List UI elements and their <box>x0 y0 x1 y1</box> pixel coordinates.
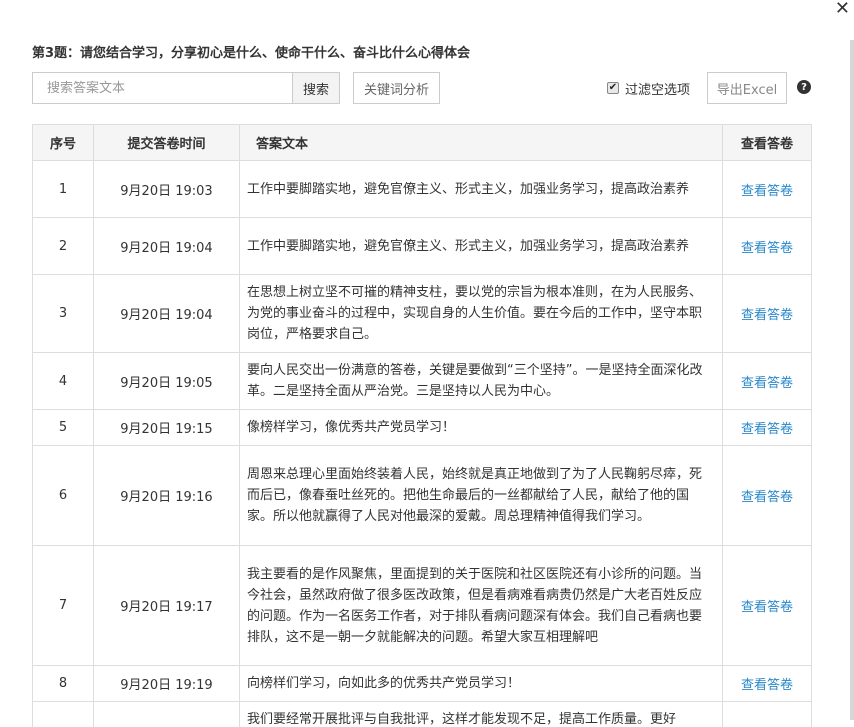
view-answer-link[interactable]: 查看答卷 <box>741 376 793 391</box>
table-row: 2 9月20日 19:04 工作中要脚踏实地，避免官僚主义、形式主义，加强业务学… <box>32 217 812 275</box>
close-icon[interactable]: ✕ <box>835 0 850 18</box>
row-time: 9月20日 19:19 <box>93 665 240 702</box>
row-answer-text: 向榜样们学习，向如此多的优秀共产党员学习！ <box>239 665 723 702</box>
row-answer-text: 工作中要脚踏实地，避免官僚主义、形式主义，加强业务学习，提高政治素养 <box>239 160 723 218</box>
row-time: 9月20日 19:03 <box>93 160 240 218</box>
view-answer-link[interactable]: 查看答卷 <box>741 241 793 256</box>
table-header-row: 序号 提交答卷时间 答案文本 查看答卷 <box>32 124 812 161</box>
row-index: 2 <box>32 217 94 275</box>
search-button[interactable]: 搜索 <box>292 72 340 104</box>
row-time: 9月20日 19:04 <box>93 274 240 353</box>
view-answer-link[interactable]: 查看答卷 <box>741 308 793 323</box>
table-row: 7 9月20日 19:17 我主要看的是作风聚焦，里面提到的关于医院和社区医院还… <box>32 545 812 666</box>
filter-empty-label: 过滤空选项 <box>625 82 691 98</box>
row-index: 4 <box>32 352 94 410</box>
table-row: 5 9月20日 19:15 像榜样学习，像优秀共产党员学习！ 查看答卷 <box>32 409 812 446</box>
row-answer-text: 工作中要脚踏实地，避免官僚主义、形式主义，加强业务学习，提高政治素养 <box>239 217 723 275</box>
row-answer-text: 我们要经常开展批评与自我批评，这样才能发现不足，提高工作质量。更好 <box>239 701 723 727</box>
column-header-index: 序号 <box>32 124 94 161</box>
table-row: 3 9月20日 19:04 在思想上树立坚不可摧的精神支柱，要以党的宗旨为根本准… <box>32 274 812 353</box>
row-index: 8 <box>32 665 94 702</box>
row-answer-text: 像榜样学习，像优秀共产党员学习！ <box>239 409 723 446</box>
row-answer-text: 要向人民交出一份满意的答卷，关键是要做到“三个坚持”。一是坚持全面深化改革。二是… <box>239 352 723 410</box>
table-row: 1 9月20日 19:03 工作中要脚踏实地，避免官僚主义、形式主义，加强业务学… <box>32 160 812 218</box>
row-index: 5 <box>32 409 94 446</box>
column-header-time: 提交答卷时间 <box>93 124 240 161</box>
question-circle-icon[interactable]: ? <box>797 80 811 94</box>
row-index: 3 <box>32 274 94 353</box>
keyword-analysis-button[interactable]: 关键词分析 <box>353 72 440 104</box>
view-answer-link[interactable]: 查看答卷 <box>741 184 793 199</box>
search-input[interactable] <box>32 72 292 104</box>
table-row: 我们要经常开展批评与自我批评，这样才能发现不足，提高工作质量。更好 <box>32 701 812 727</box>
question-title: 第3题：请您结合学习，分享初心是什么、使命干什么、奋斗比什么心得体会 <box>32 46 471 61</box>
row-time: 9月20日 19:17 <box>93 545 240 666</box>
view-answer-link[interactable]: 查看答卷 <box>741 422 793 437</box>
table-row: 4 9月20日 19:05 要向人民交出一份满意的答卷，关键是要做到“三个坚持”… <box>32 352 812 410</box>
view-answer-link[interactable]: 查看答卷 <box>741 490 793 505</box>
row-time: 9月20日 19:04 <box>93 217 240 275</box>
row-time <box>93 701 240 727</box>
view-answer-link[interactable]: 查看答卷 <box>741 678 793 693</box>
row-index: 7 <box>32 545 94 666</box>
table-row: 6 9月20日 19:16 周恩来总理心里面始终装着人民，始终就是真正地做到了为… <box>32 445 812 546</box>
row-index <box>32 701 94 727</box>
view-answer-link[interactable]: 查看答卷 <box>741 600 793 615</box>
row-index: 6 <box>32 445 94 546</box>
row-answer-text: 周恩来总理心里面始终装着人民，始终就是真正地做到了为了人民鞠躬尽瘁，死而后已，像… <box>239 445 723 546</box>
filter-empty-toggle[interactable]: ✔ 过滤空选项 <box>607 72 690 104</box>
table-row: 8 9月20日 19:19 向榜样们学习，向如此多的优秀共产党员学习！ 查看答卷 <box>32 665 812 702</box>
column-header-view: 查看答卷 <box>722 124 812 161</box>
toolbar: 搜索 关键词分析 ✔ 过滤空选项 导出Excel ? <box>32 72 812 104</box>
row-answer-text: 我主要看的是作风聚焦，里面提到的关于医院和社区医院还有小诊所的问题。当今社会，虽… <box>239 545 723 666</box>
row-time: 9月20日 19:16 <box>93 445 240 546</box>
filter-empty-checkbox[interactable]: ✔ <box>607 82 619 94</box>
answers-table: 序号 提交答卷时间 答案文本 查看答卷 1 9月20日 19:03 工作中要脚踏… <box>32 124 812 727</box>
scrollbar[interactable] <box>850 40 854 720</box>
row-time: 9月20日 19:05 <box>93 352 240 410</box>
row-answer-text: 在思想上树立坚不可摧的精神支柱，要以党的宗旨为根本准则，在为人民服务、为党的事业… <box>239 274 723 353</box>
row-time: 9月20日 19:15 <box>93 409 240 446</box>
column-header-text: 答案文本 <box>239 124 723 161</box>
export-excel-button[interactable]: 导出Excel <box>707 72 787 104</box>
row-index: 1 <box>32 160 94 218</box>
